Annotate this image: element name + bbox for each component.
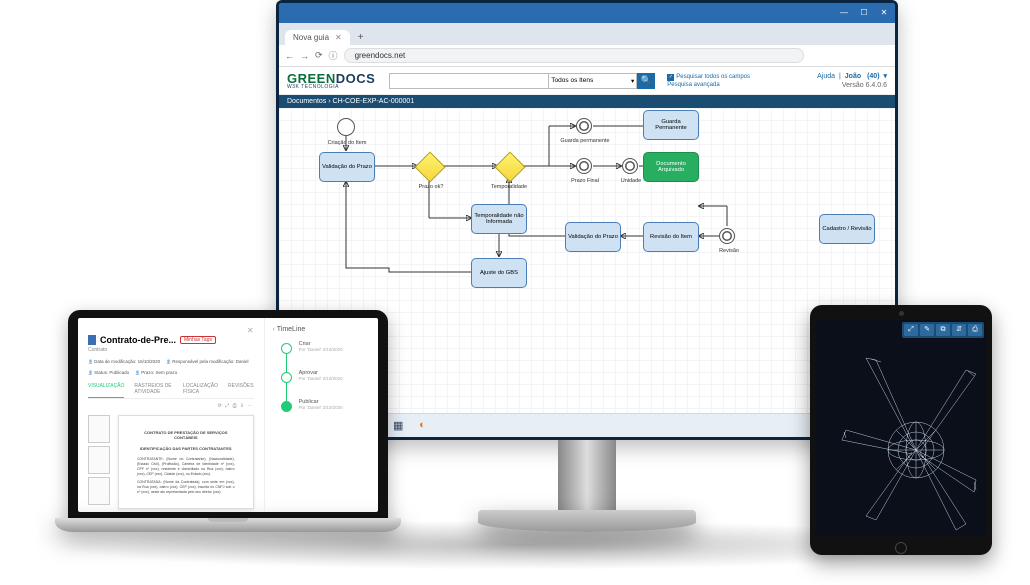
cad-tool-zoom[interactable]: ⤢ (904, 324, 918, 336)
thumbnail-1[interactable] (88, 415, 110, 443)
event-prazo-final[interactable] (576, 158, 592, 174)
search-all-fields-checkbox[interactable]: ✓ (667, 74, 674, 81)
back-icon[interactable]: ← (285, 51, 294, 61)
task-documento-arquivado[interactable]: Documento Arquivado (643, 152, 699, 182)
taskbar-icon-app5[interactable]: ◐ (419, 419, 433, 433)
timeline-item: Publicar Por 'Daniel' 2/10/2020 (281, 399, 370, 410)
search-options: ✓Pesquisar todos os campos Pesquisa avan… (667, 73, 750, 89)
window-titlebar: — ☐ ✕ (279, 3, 895, 23)
thumbnail-2[interactable] (88, 446, 110, 474)
event-revisao[interactable] (719, 228, 735, 244)
tablet-device: ⤢ ✎ ⧉ ⇵ ⎙ (810, 305, 992, 555)
cad-viewer[interactable]: ⤢ ✎ ⧉ ⇵ ⎙ (816, 320, 986, 536)
tab-close-icon[interactable]: ✕ (335, 33, 342, 42)
new-tab-button[interactable]: + (354, 30, 368, 45)
document-icon (88, 335, 96, 345)
tab-title: Nova guia (293, 33, 329, 42)
help-link[interactable]: Ajuda (817, 73, 835, 80)
search-button[interactable]: 🔍 (637, 73, 655, 89)
event-unidade[interactable] (622, 158, 638, 174)
task-revisao-item[interactable]: Revisão do Item (643, 222, 699, 252)
document-subtitle: Contrato (88, 347, 254, 353)
search-icon: 🔍 (641, 75, 652, 86)
gateway-prazo-ok[interactable] (414, 151, 445, 182)
browser-tabstrip: Nova guia ✕ + (279, 23, 895, 45)
tab-localizacao[interactable]: LOCALIZAÇÃO FÍSICA (183, 383, 218, 395)
timeline-item: Aprovar Por 'Daniel' 2/10/2020 (281, 370, 370, 381)
laptop-device: ✕ Contrato-de-Pre... Minhas Tags Contrat… (55, 310, 401, 560)
document-page[interactable]: CONTRATO DE PRESTAÇÃO DE SERVIÇOS CONTÁB… (118, 415, 254, 509)
tab-revisoes[interactable]: REVISÕES (228, 383, 254, 395)
window-maximize-button[interactable]: ☐ (857, 6, 871, 20)
cad-tool-layers[interactable]: ⧉ (936, 324, 950, 336)
forward-icon[interactable]: → (300, 51, 309, 61)
chevron-down-icon: ▾ (631, 77, 634, 85)
tablet-camera (899, 311, 904, 316)
document-panel: ✕ Contrato-de-Pre... Minhas Tags Contrat… (78, 318, 265, 512)
cad-toolbar: ⤢ ✎ ⧉ ⇵ ⎙ (902, 322, 984, 338)
event-guarda-permanente[interactable] (576, 118, 592, 134)
tab-rastreios[interactable]: RASTREIOS DE ATIVIDADE (134, 383, 173, 395)
event-revisao-label: Revisão (699, 246, 759, 256)
username[interactable]: João (40) ▾ (843, 73, 887, 80)
gateway-prazo-ok-label: Prazo ok? (401, 182, 461, 192)
timeline-item: Criar Por 'Daniel' 2/10/2020 (281, 341, 370, 352)
window-minimize-button[interactable]: — (837, 6, 851, 20)
task-cadastro-revisao[interactable]: Cadastro / Revisão (819, 214, 875, 244)
task-temporalidade-nao-informada[interactable]: Temporalidade não Informada (471, 204, 527, 234)
cad-tool-print[interactable]: ⎙ (968, 324, 982, 336)
reload-icon[interactable]: ⟳ (315, 50, 323, 61)
page-thumbnails[interactable] (88, 415, 112, 509)
cad-tool-sort[interactable]: ⇵ (952, 324, 966, 336)
thumbnail-3[interactable] (88, 477, 110, 505)
tablet-home-button[interactable] (895, 542, 907, 554)
document-title: Contrato-de-Pre... Minhas Tags (88, 335, 254, 345)
url-input[interactable]: greendocs.net (344, 48, 804, 63)
tags-badge[interactable]: Minhas Tags (180, 336, 216, 344)
advanced-search-link[interactable]: Pesquisa avançada (667, 82, 719, 88)
window-close-button[interactable]: ✕ (877, 6, 891, 20)
tab-visualizacao[interactable]: VISUALIZAÇÃO (88, 383, 124, 398)
document-tabs: VISUALIZAÇÃO RASTREIOS DE ATIVIDADE LOCA… (88, 383, 254, 399)
cad-tool-edit[interactable]: ✎ (920, 324, 934, 336)
start-label: Criação do Item (317, 138, 377, 148)
task-validacao-prazo-2[interactable]: Validação do Prazo (565, 222, 621, 252)
gateway-temporalidade[interactable] (494, 151, 525, 182)
search-input[interactable] (389, 73, 549, 89)
search-filter-select[interactable]: Todos os Itens▾ (549, 73, 637, 89)
browser-address-bar: ← → ⟳ ⓘ greendocs.net (279, 45, 895, 67)
start-event[interactable] (337, 118, 355, 136)
task-ajuste-gbs[interactable]: Ajuste do GBS (471, 258, 527, 288)
task-validacao-prazo[interactable]: Validação do Prazo (319, 152, 375, 182)
gateway-temporalidade-label: Temporalidade (479, 182, 539, 192)
app-header: GREENDOCS W3K TECNOLOGIA Todos os Itens▾… (279, 67, 895, 95)
timeline-panel: TimeLine Criar Por 'Daniel' 2/10/2020 Ap… (265, 318, 378, 512)
version-label: Versão 6.4.0.6 (815, 81, 887, 90)
close-icon[interactable]: ✕ (88, 326, 254, 335)
task-guarda-permanente[interactable]: Guarda Permanente (643, 110, 699, 140)
document-meta: Data de modificação: 16/10/2020 Responsá… (88, 359, 254, 375)
user-area: Ajuda | João (40) ▾ Versão 6.4.0.6 (815, 72, 887, 90)
event-guarda-permanente-label: Guarda permanente (555, 136, 615, 146)
lock-icon: ⓘ (329, 49, 338, 62)
browser-tab[interactable]: Nova guia ✕ (285, 30, 350, 45)
breadcrumb: Documentos › CH-COE-EXP-AC-000001 (279, 95, 895, 108)
viewer-toolbar[interactable]: ⟳ ⤢ ⎙ ⇩ ⋯ (88, 403, 254, 409)
timeline-title: TimeLine (273, 326, 370, 333)
